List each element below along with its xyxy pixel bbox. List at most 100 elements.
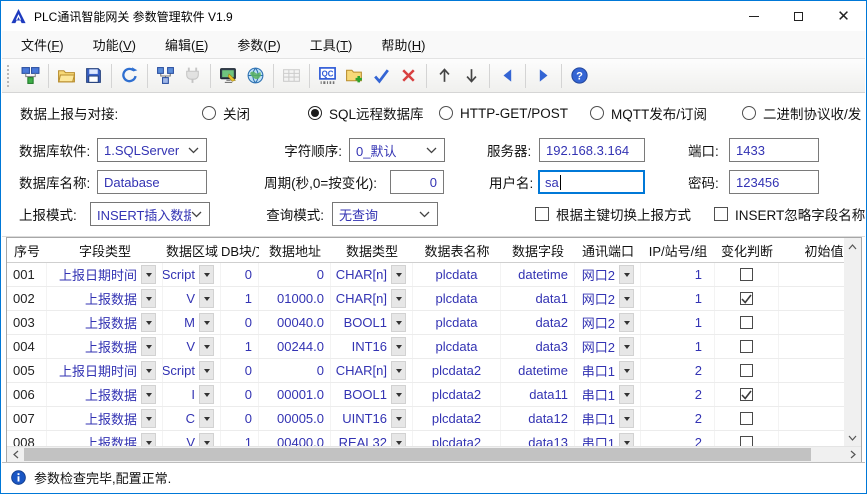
device-connect-icon[interactable]	[17, 62, 44, 89]
cell-port[interactable]: 网口2	[575, 335, 641, 358]
cell-initial[interactable]	[779, 335, 844, 358]
field-type-dropdown-button[interactable]	[141, 265, 156, 284]
cell-table-name[interactable]: plcdata2	[413, 383, 501, 406]
checkbox-unchecked[interactable]	[740, 412, 753, 425]
field-type-dropdown-button[interactable]	[141, 313, 156, 332]
cell-field-type[interactable]: 上报数据	[47, 287, 163, 310]
port-dropdown-button[interactable]	[619, 433, 634, 446]
cell-field[interactable]: datetime	[501, 263, 575, 286]
apply-check-icon[interactable]	[368, 62, 395, 89]
cell-area[interactable]: V	[163, 287, 221, 310]
menu-item-E[interactable]: 编辑(E)	[154, 31, 219, 58]
next-page-icon[interactable]	[530, 62, 557, 89]
port-dropdown-button[interactable]	[619, 361, 634, 380]
cell-dtype[interactable]: UINT16	[331, 407, 413, 430]
cell-field[interactable]: data11	[501, 383, 575, 406]
port-dropdown-button[interactable]	[619, 409, 634, 428]
menu-item-F[interactable]: 文件(F)	[10, 31, 75, 58]
area-dropdown-button[interactable]	[199, 313, 214, 332]
password-input[interactable]: 123456	[729, 170, 819, 194]
vertical-scrollbar[interactable]	[844, 238, 861, 446]
cell-initial[interactable]	[779, 287, 844, 310]
port-dropdown-button[interactable]	[619, 385, 634, 404]
cell-station[interactable]: 2	[641, 383, 715, 406]
radio-option-5[interactable]: 二进制协议收/发	[742, 94, 861, 132]
cell-db[interactable]: 0	[221, 407, 259, 430]
cell-field[interactable]: data3	[501, 335, 575, 358]
move-down-icon[interactable]	[458, 62, 485, 89]
cell-port[interactable]: 串口1	[575, 383, 641, 406]
cell-field[interactable]: data13	[501, 431, 575, 446]
port-dropdown-button[interactable]	[619, 313, 634, 332]
cell-port[interactable]: 串口1	[575, 407, 641, 430]
add-group-icon[interactable]	[341, 62, 368, 89]
cell-initial[interactable]	[779, 431, 844, 446]
insert-ignore-checkbox[interactable]: INSERT忽略字段名称	[714, 202, 865, 226]
checkbox-unchecked[interactable]	[740, 364, 753, 377]
cell-table-name[interactable]: plcdata2	[413, 359, 501, 382]
checkbox-checked[interactable]	[740, 292, 753, 305]
help-icon[interactable]: ?	[566, 62, 593, 89]
cell-table-name[interactable]: plcdata2	[413, 407, 501, 430]
cell-station[interactable]: 1	[641, 311, 715, 334]
dtype-dropdown-button[interactable]	[391, 313, 406, 332]
horizontal-scrollbar[interactable]	[7, 446, 861, 462]
cell-addr[interactable]: 00040.0	[259, 311, 331, 334]
area-dropdown-button[interactable]	[199, 361, 214, 380]
cell-initial[interactable]	[779, 407, 844, 430]
field-type-dropdown-button[interactable]	[141, 361, 156, 380]
switch-by-key-checkbox[interactable]: 根据主键切换上报方式	[535, 202, 691, 226]
toolbar-grip-handle[interactable]	[7, 65, 12, 87]
cell-area[interactable]: C	[163, 407, 221, 430]
cell-table-name[interactable]: plcdata2	[413, 431, 501, 446]
area-dropdown-button[interactable]	[199, 337, 214, 356]
cell-field-type[interactable]: 上报日期时间	[47, 359, 163, 382]
cell-addr[interactable]: 00244.0	[259, 335, 331, 358]
checkbox-unchecked[interactable]	[740, 436, 753, 446]
cell-area[interactable]: V	[163, 431, 221, 446]
dtype-dropdown-button[interactable]	[391, 361, 406, 380]
minimize-button[interactable]	[731, 1, 776, 31]
cell-field-type[interactable]: 上报数据	[47, 407, 163, 430]
cell-station[interactable]: 1	[641, 287, 715, 310]
port-dropdown-button[interactable]	[619, 265, 634, 284]
cell-field[interactable]: data1	[501, 287, 575, 310]
cell-addr[interactable]: 0	[259, 263, 331, 286]
db-software-select[interactable]: 1.SQLServer	[97, 138, 207, 162]
cell-area[interactable]: Script	[163, 263, 221, 286]
cell-table-name[interactable]: plcdata	[413, 335, 501, 358]
cell-dtype[interactable]: CHAR[n]	[331, 359, 413, 382]
close-button[interactable]: ✕	[821, 1, 866, 31]
horizontal-scroll-thumb[interactable]	[24, 448, 811, 461]
cell-initial[interactable]	[779, 383, 844, 406]
cell-addr[interactable]: 00005.0	[259, 407, 331, 430]
scroll-right-button[interactable]	[844, 447, 861, 462]
cell-port[interactable]: 串口1	[575, 359, 641, 382]
cell-area[interactable]: V	[163, 335, 221, 358]
cell-station[interactable]: 2	[641, 407, 715, 430]
qc-code-icon[interactable]: QC	[314, 62, 341, 89]
menu-item-H[interactable]: 帮助(H)	[370, 31, 436, 58]
menu-item-T[interactable]: 工具(T)	[299, 31, 364, 58]
cell-dtype[interactable]: BOOL1	[331, 311, 413, 334]
cell-initial[interactable]	[779, 263, 844, 286]
char-order-select[interactable]: 0_默认	[349, 138, 445, 162]
dtype-dropdown-button[interactable]	[391, 385, 406, 404]
cell-port[interactable]: 网口2	[575, 263, 641, 286]
dtype-dropdown-button[interactable]	[391, 409, 406, 428]
cell-db[interactable]: 1	[221, 287, 259, 310]
cell-db[interactable]: 0	[221, 383, 259, 406]
save-file-icon[interactable]	[80, 62, 107, 89]
cell-initial[interactable]	[779, 311, 844, 334]
cell-field[interactable]: data12	[501, 407, 575, 430]
cell-field-type[interactable]: 上报数据	[47, 311, 163, 334]
field-type-dropdown-button[interactable]	[141, 409, 156, 428]
dtype-dropdown-button[interactable]	[391, 265, 406, 284]
maximize-button[interactable]	[776, 1, 821, 31]
web-browse-icon[interactable]	[242, 62, 269, 89]
cell-area[interactable]: I	[163, 383, 221, 406]
area-dropdown-button[interactable]	[199, 433, 214, 446]
cell-db[interactable]: 1	[221, 335, 259, 358]
cell-field-type[interactable]: 上报数据	[47, 335, 163, 358]
open-file-icon[interactable]	[53, 62, 80, 89]
